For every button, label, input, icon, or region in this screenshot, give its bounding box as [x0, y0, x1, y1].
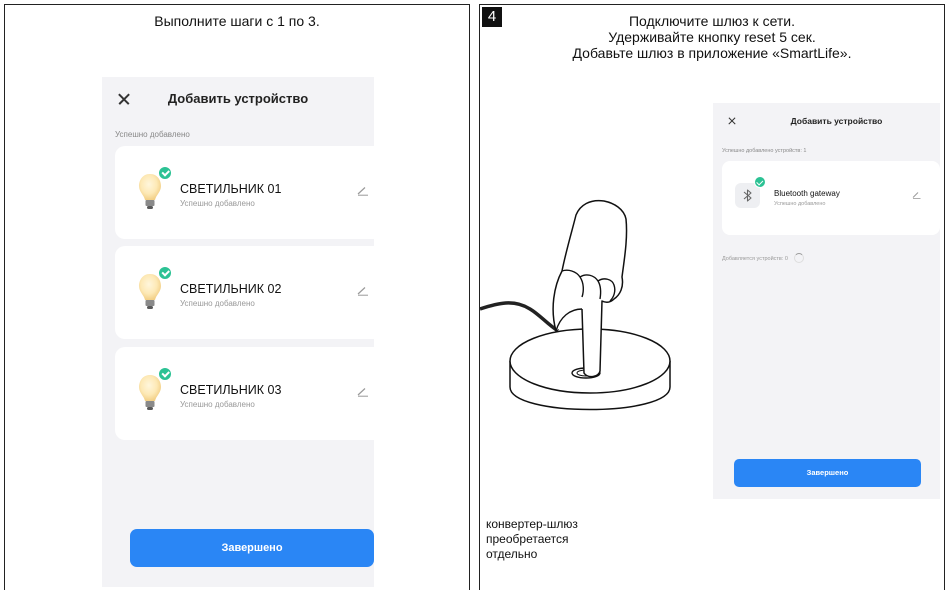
- loading-spinner-icon: [794, 253, 804, 263]
- device-name: СВЕТИЛЬНИК 02: [180, 282, 282, 296]
- note-line: конвертер-шлюз: [486, 517, 578, 531]
- edit-pencil-icon[interactable]: [357, 186, 369, 196]
- device-status: Успешно добавлено: [180, 400, 255, 409]
- device-status: Успешно добавлено: [180, 199, 255, 208]
- phone-screen-add-device: Добавить устройство Успешно добавлено СВ…: [102, 77, 374, 587]
- success-check-icon: [157, 265, 173, 281]
- done-button[interactable]: Завершено: [734, 459, 921, 487]
- edit-pencil-icon[interactable]: [357, 286, 369, 296]
- section-label: Успешно добавлено: [115, 130, 190, 139]
- done-button[interactable]: Завершено: [130, 529, 374, 567]
- edit-pencil-icon[interactable]: [357, 387, 369, 397]
- device-card[interactable]: СВЕТИЛЬНИК 03 Успешно добавлено: [115, 347, 374, 440]
- instruction-panel-steps-1-3: Выполните шаги с 1 по 3. Добавить устрой…: [4, 4, 470, 590]
- panel-caption: Подключите шлюз к сети. Удерживайте кноп…: [480, 13, 944, 61]
- device-card[interactable]: СВЕТИЛЬНИК 02 Успешно добавлено: [115, 246, 374, 339]
- device-card[interactable]: Bluetooth gateway Успешно добавлено: [722, 161, 940, 235]
- hand-pressing-gateway-illustration: [480, 199, 671, 411]
- device-status: Успешно добавлено: [774, 201, 826, 207]
- note-line: отдельно: [486, 547, 538, 561]
- device-name: Bluetooth gateway: [774, 189, 840, 198]
- phone-screen-add-device: Добавить устройство Успешно добавлено ус…: [713, 103, 940, 499]
- screen-title: Добавить устройство: [790, 116, 883, 126]
- device-status: Успешно добавлено: [180, 299, 255, 308]
- adding-devices-label: Добавляется устройств: 0: [722, 256, 788, 262]
- caption-line: Добавьте шлюз в приложение «SmartLife».: [572, 45, 852, 61]
- edit-pencil-icon[interactable]: [912, 191, 921, 199]
- success-check-icon: [754, 176, 766, 188]
- caption-line: Подключите шлюз к сети.: [628, 13, 796, 29]
- success-check-icon: [157, 366, 173, 382]
- success-check-icon: [157, 165, 173, 181]
- instruction-panel-step-4: 4 Подключите шлюз к сети. Удерживайте кн…: [479, 4, 945, 590]
- panel-caption: Выполните шаги с 1 по 3.: [154, 13, 320, 29]
- device-name: СВЕТИЛЬНИК 03: [180, 383, 282, 397]
- gateway-note: конвертер-шлюз преобретается отдельно: [486, 517, 578, 562]
- note-line: преобретается: [486, 532, 569, 546]
- section-label: Успешно добавлено устройств: 1: [722, 148, 807, 154]
- device-card[interactable]: СВЕТИЛЬНИК 01 Успешно добавлено: [115, 146, 374, 239]
- screen-title: Добавить устройство: [167, 91, 309, 106]
- caption-line: Удерживайте кнопку reset 5 сек.: [608, 29, 816, 45]
- device-name: СВЕТИЛЬНИК 01: [180, 182, 282, 196]
